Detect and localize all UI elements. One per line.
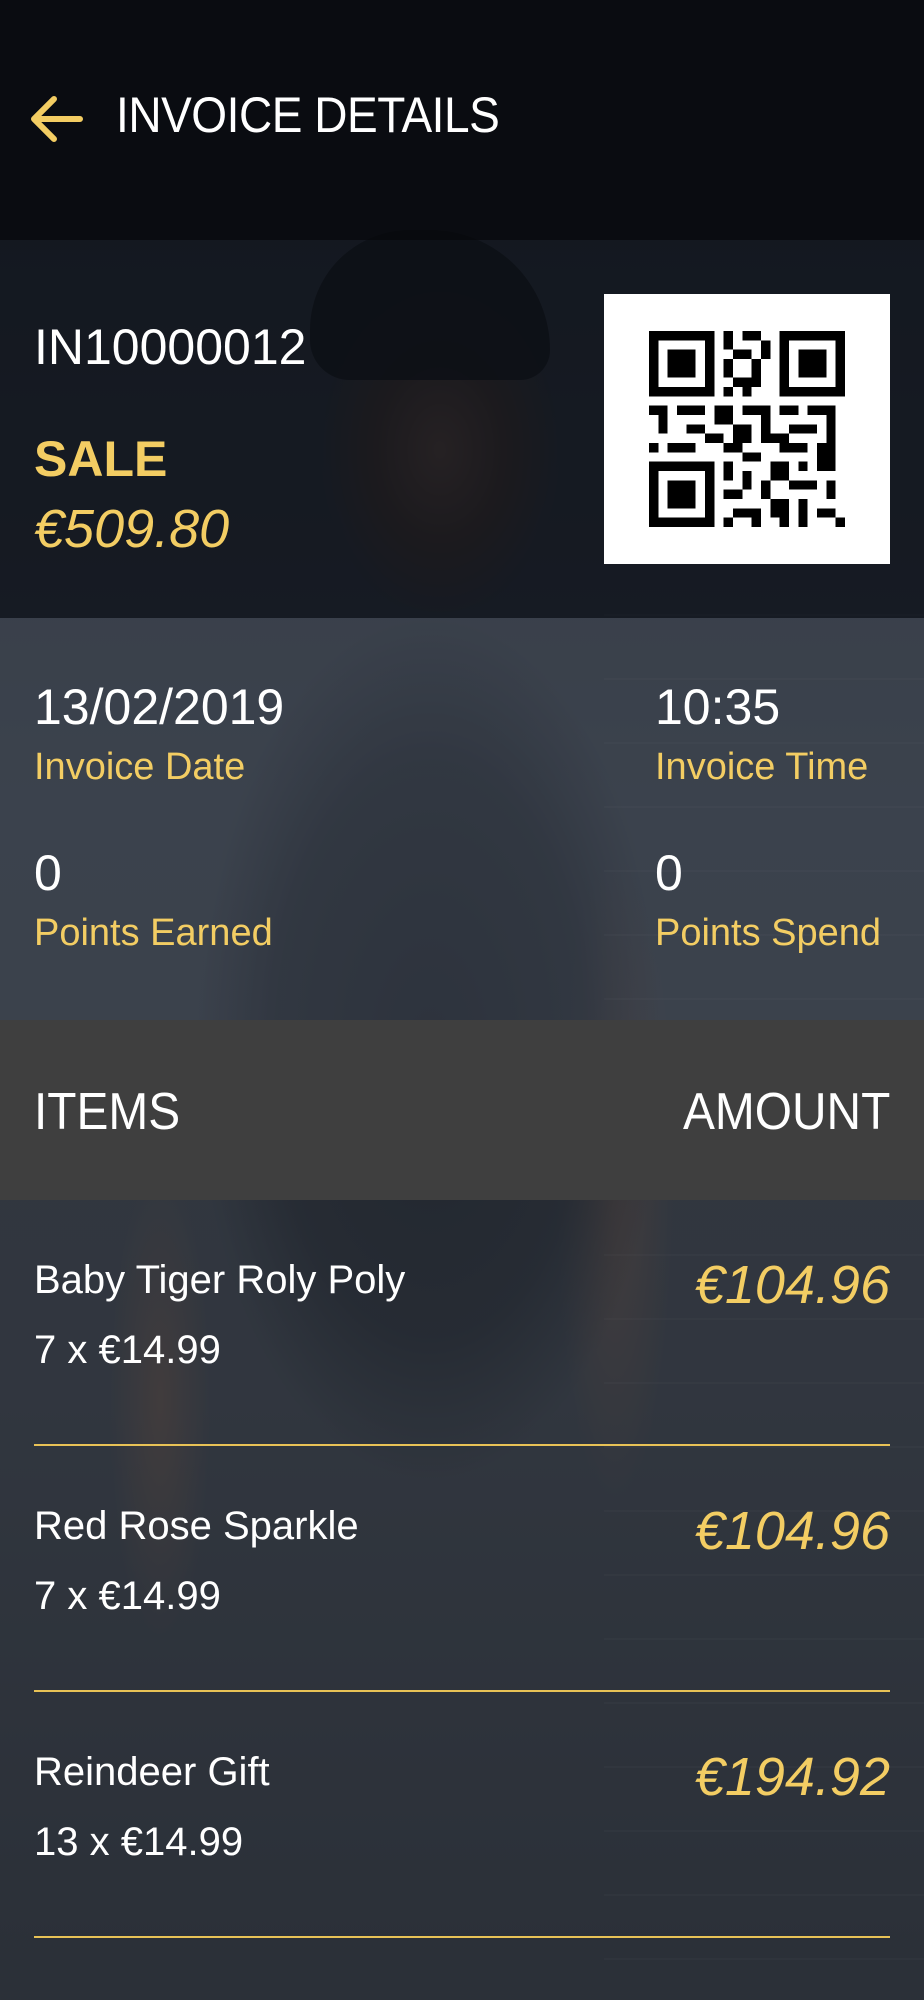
invoice-number: IN10000012 (34, 319, 307, 375)
item-name: Red Rose Sparkle (34, 1504, 359, 1548)
item-quantity-price: 7 x €14.99 (34, 1328, 221, 1372)
invoice-info: 13/02/2019 Invoice Date 10:35 Invoice Ti… (0, 618, 924, 1020)
item-amount: €104.96 (694, 1255, 890, 1315)
invoice-date-value: 13/02/2019 (34, 679, 285, 735)
item-name: Baby Tiger Roly Poly (34, 1258, 406, 1302)
top-app-bar: INVOICE DETAILS (0, 0, 924, 240)
items-column-header: ITEMS (34, 1083, 181, 1141)
items-list: Baby Tiger Roly Poly 7 x €14.99 €104.96 … (0, 1200, 924, 2000)
item-name: Reindeer Gift (34, 1750, 270, 1794)
points-earned-label: Points Earned (34, 912, 273, 954)
list-item[interactable]: Baby Tiger Roly Poly 7 x €14.99 €104.96 (34, 1200, 890, 1446)
page-title: INVOICE DETAILS (116, 87, 500, 143)
amount-column-header: AMOUNT (682, 1083, 890, 1141)
item-amount: €104.96 (694, 1501, 890, 1561)
points-spend-value: 0 (655, 845, 683, 901)
points-spend-label: Points Spend (655, 912, 882, 954)
qr-code-icon (649, 331, 845, 527)
invoice-date-label: Invoice Date (34, 746, 246, 788)
list-item[interactable]: Reindeer Gift 13 x €14.99 €194.92 (34, 1692, 890, 1938)
list-item[interactable]: Red Rose Sparkle 7 x €14.99 €104.96 (34, 1446, 890, 1692)
items-table-header: ITEMS AMOUNT (0, 1020, 924, 1200)
arrow-left-icon (31, 96, 83, 142)
invoice-type: SALE (34, 431, 168, 487)
back-button[interactable] (30, 92, 84, 146)
invoice-time-value: 10:35 (655, 679, 781, 735)
qr-code[interactable] (604, 294, 890, 564)
item-amount: €194.92 (694, 1747, 890, 1807)
points-earned-value: 0 (34, 845, 62, 901)
invoice-time-label: Invoice Time (655, 746, 869, 788)
invoice-summary: IN10000012 SALE €509.80 (0, 240, 924, 618)
item-quantity-price: 7 x €14.99 (34, 1574, 221, 1618)
item-quantity-price: 13 x €14.99 (34, 1820, 244, 1864)
invoice-total: €509.80 (34, 499, 230, 559)
